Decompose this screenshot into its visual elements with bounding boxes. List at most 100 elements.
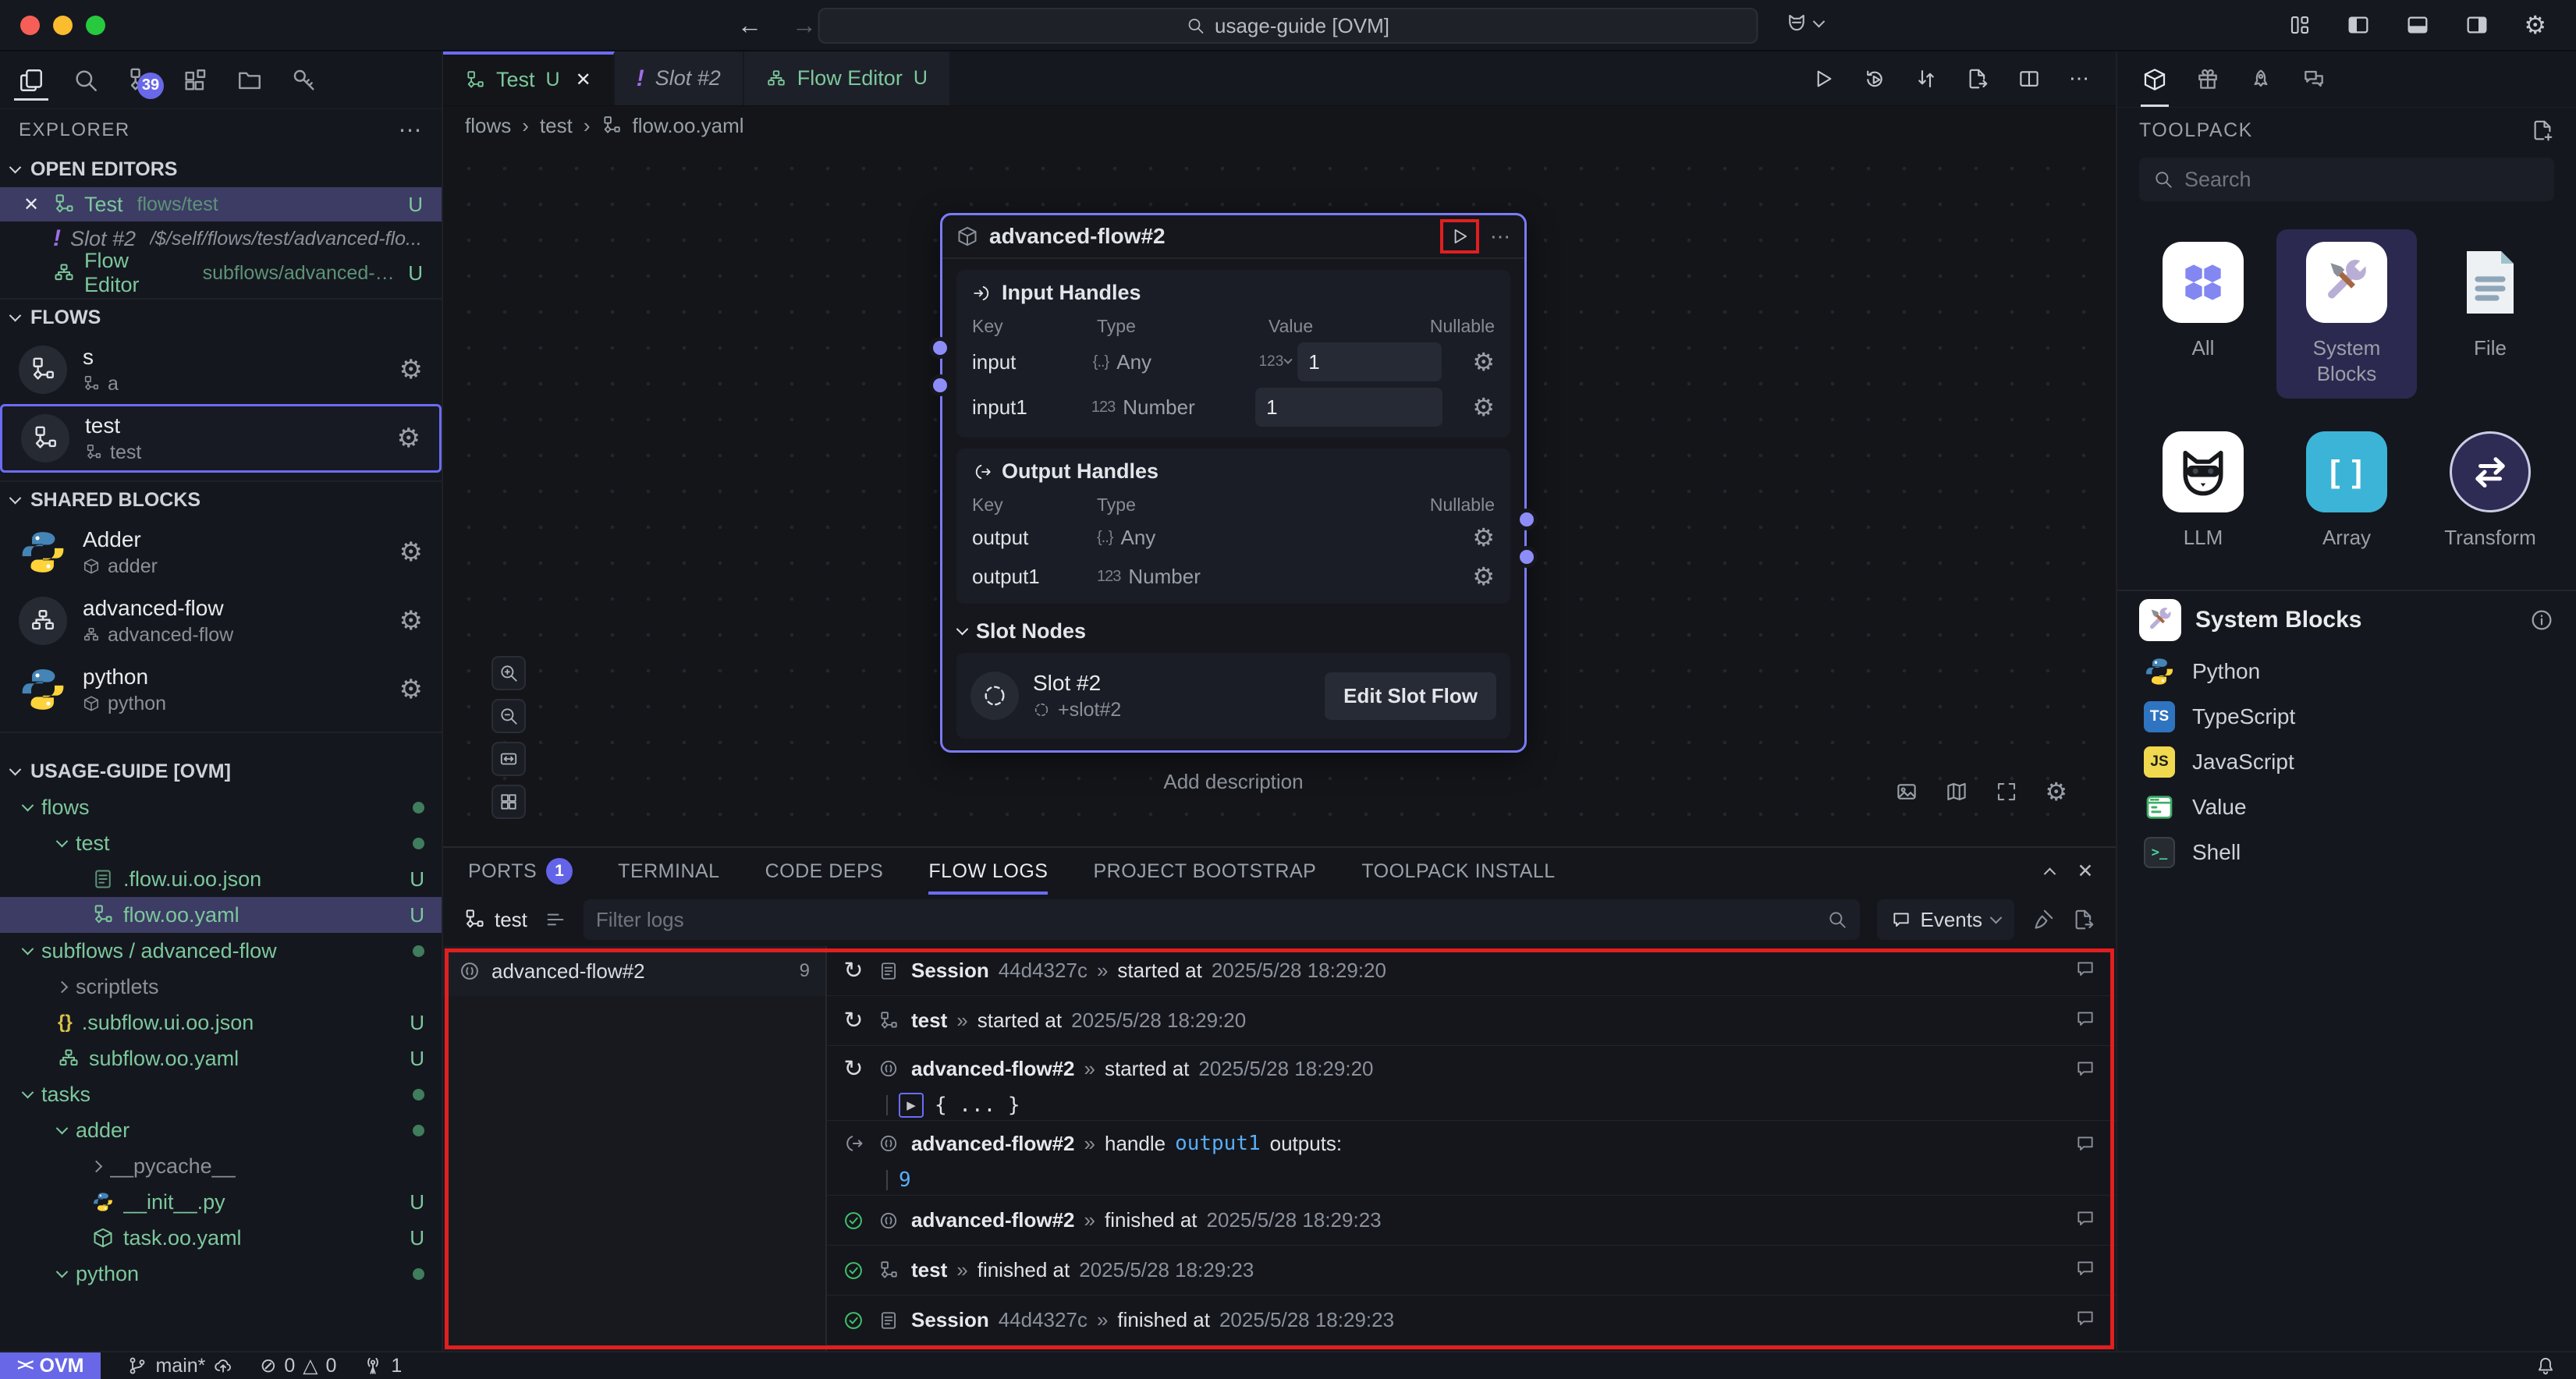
input1-handle-port[interactable] bbox=[929, 374, 951, 396]
close-panel-icon[interactable]: ✕ bbox=[2077, 860, 2094, 883]
back-button[interactable]: ← bbox=[737, 11, 762, 40]
toggle-panel-icon[interactable] bbox=[2405, 12, 2430, 37]
input-handle-port[interactable] bbox=[929, 337, 951, 359]
log-node-item[interactable]: advanced-flow#2 9 bbox=[443, 946, 825, 996]
comment-icon[interactable] bbox=[2075, 1133, 2095, 1154]
tab-code-deps[interactable]: CODE DEPS bbox=[765, 848, 884, 895]
flows-activity-icon[interactable]: 39 bbox=[125, 60, 156, 101]
gift-tab-icon[interactable] bbox=[2194, 51, 2222, 107]
shared-block-advanced-flow[interactable]: advanced-flow advanced-flow ⚙ bbox=[0, 587, 442, 655]
filter-logs-input[interactable] bbox=[596, 908, 1827, 932]
settings-gear-icon[interactable]: ⚙ bbox=[2524, 12, 2546, 37]
input-value-field[interactable] bbox=[1297, 342, 1442, 381]
category-transform[interactable]: Transform bbox=[2436, 419, 2544, 563]
shared-block-adder[interactable]: Adder adder ⚙ bbox=[0, 518, 442, 587]
tab-flow-logs[interactable]: FLOW LOGS bbox=[928, 848, 1048, 895]
toolpack-search-input[interactable] bbox=[2184, 168, 2540, 192]
open-editors-header[interactable]: OPEN EDITORS bbox=[0, 151, 442, 187]
gear-icon[interactable]: ⚙ bbox=[397, 423, 420, 454]
tree-item-subflow-ui-json[interactable]: {} .subflow.ui.oo.jsonU bbox=[0, 1005, 442, 1040]
category-all[interactable]: All bbox=[2155, 229, 2251, 399]
run-icon[interactable] bbox=[1811, 67, 1835, 90]
log-row[interactable]: ↻ test» started at2025/5/28 18:29:20 bbox=[827, 996, 2116, 1046]
node-more-icon[interactable]: ⋯ bbox=[1490, 225, 1510, 249]
keys-activity-icon[interactable] bbox=[289, 60, 320, 101]
export-logs-icon[interactable] bbox=[2072, 908, 2095, 931]
expand-json-button[interactable]: ▶ bbox=[899, 1093, 924, 1118]
input-value-field[interactable] bbox=[1255, 388, 1442, 427]
toolpack-tab-icon[interactable] bbox=[2141, 51, 2169, 107]
grid-toggle-button[interactable] bbox=[491, 785, 526, 819]
category-llm[interactable]: LLM bbox=[2155, 419, 2251, 563]
new-toolpack-icon[interactable] bbox=[2531, 119, 2554, 142]
explorer-activity-icon[interactable] bbox=[16, 60, 47, 101]
zoom-out-button[interactable] bbox=[491, 699, 526, 733]
list-icon[interactable] bbox=[545, 909, 566, 931]
category-system-blocks[interactable]: System Blocks bbox=[2276, 229, 2417, 399]
flow-card-test[interactable]: test test ⚙ bbox=[0, 404, 442, 473]
gear-icon[interactable]: ⚙ bbox=[1472, 395, 1495, 420]
flows-header[interactable]: FLOWS bbox=[0, 300, 442, 335]
comment-icon[interactable] bbox=[2075, 1308, 2095, 1328]
output1-handle-port[interactable] bbox=[1516, 546, 1538, 568]
node-advanced-flow2[interactable]: advanced-flow#2 ⋯ Input Handles Key Type bbox=[940, 213, 1527, 753]
export-file-icon[interactable] bbox=[1966, 67, 1989, 90]
log-row[interactable]: advanced-flow#2» handleoutput1 outputs: … bbox=[827, 1121, 2116, 1196]
comment-icon[interactable] bbox=[2075, 1208, 2095, 1228]
gear-icon[interactable]: ⚙ bbox=[1472, 564, 1495, 589]
tree-item-python[interactable]: python bbox=[0, 1256, 442, 1292]
gear-icon[interactable]: ⚙ bbox=[399, 354, 423, 385]
gear-icon[interactable]: ⚙ bbox=[399, 537, 423, 568]
flow-canvas[interactable]: advanced-flow#2 ⋯ Input Handles Key Type bbox=[443, 146, 2116, 846]
minimap-icon[interactable] bbox=[1945, 780, 1968, 803]
remote-indicator[interactable]: >< OVM bbox=[0, 1352, 101, 1379]
tree-item-flows[interactable]: flows bbox=[0, 789, 442, 825]
tab-project-bootstrap[interactable]: PROJECT BOOTSTRAP bbox=[1093, 848, 1316, 895]
tab-toolpack-install[interactable]: TOOLPACK INSTALL bbox=[1361, 848, 1555, 895]
fullscreen-icon[interactable] bbox=[1995, 780, 2018, 803]
tab-terminal[interactable]: TERMINAL bbox=[618, 848, 719, 895]
screenshot-icon[interactable] bbox=[1895, 780, 1918, 803]
block-shell[interactable]: >_ Shell bbox=[2117, 830, 2576, 875]
ports-indicator[interactable]: 1 bbox=[363, 1355, 402, 1377]
tree-item-adder[interactable]: adder bbox=[0, 1112, 442, 1148]
tree-item-tasks[interactable]: tasks bbox=[0, 1076, 442, 1112]
tree-item-subflow-yaml[interactable]: subflow.oo.yamlU bbox=[0, 1040, 442, 1076]
folder-activity-icon[interactable] bbox=[234, 60, 265, 101]
log-row[interactable]: advanced-flow#2» finished at2025/5/28 18… bbox=[827, 1196, 2116, 1246]
tree-item-task-yaml[interactable]: task.oo.yamlU bbox=[0, 1220, 442, 1256]
log-row[interactable]: test» finished at2025/5/28 18:29:23 bbox=[827, 1246, 2116, 1296]
block-value[interactable]: Value bbox=[2117, 785, 2576, 830]
gear-icon[interactable]: ⚙ bbox=[399, 674, 423, 705]
gear-icon[interactable]: ⚙ bbox=[1472, 349, 1495, 374]
explorer-more-icon[interactable]: ⋯ bbox=[399, 117, 424, 144]
rerun-icon[interactable] bbox=[1863, 67, 1886, 90]
close-window-button[interactable] bbox=[20, 16, 40, 35]
category-array[interactable]: [ ] Array bbox=[2298, 419, 2395, 563]
tree-item-flow-yaml[interactable]: flow.oo.yamlU bbox=[0, 897, 442, 933]
log-scope[interactable]: test bbox=[463, 908, 566, 932]
log-row[interactable]: ↻ advanced-flow#2» started at2025/5/28 1… bbox=[827, 1046, 2116, 1121]
block-python[interactable]: Python bbox=[2117, 649, 2576, 694]
minimize-window-button[interactable] bbox=[53, 16, 73, 35]
forward-button[interactable]: → bbox=[792, 11, 817, 40]
output-handle-port[interactable] bbox=[1516, 509, 1538, 530]
slot-nodes-header[interactable]: Slot Nodes bbox=[956, 615, 1510, 653]
gear-icon[interactable]: ⚙ bbox=[1472, 525, 1495, 550]
rocket-tab-icon[interactable] bbox=[2247, 51, 2275, 107]
tree-item-scriptlets[interactable]: scriptlets bbox=[0, 969, 442, 1005]
maximize-panel-icon[interactable] bbox=[2043, 867, 2056, 880]
tab-flow-editor[interactable]: Flow Editor U bbox=[744, 51, 951, 105]
comment-icon[interactable] bbox=[2075, 959, 2095, 979]
problems-indicator[interactable]: ⊘ 0 △ 0 bbox=[260, 1354, 336, 1377]
fit-view-button[interactable] bbox=[491, 742, 526, 776]
tree-item-init-py[interactable]: __init__.pyU bbox=[0, 1184, 442, 1220]
maximize-window-button[interactable] bbox=[86, 16, 105, 35]
tree-item-flow-ui-json[interactable]: .flow.ui.oo.jsonU bbox=[0, 861, 442, 897]
bell-icon[interactable] bbox=[2535, 1356, 2556, 1376]
run-node-icon[interactable] bbox=[1449, 226, 1470, 246]
gear-icon[interactable]: ⚙ bbox=[399, 605, 423, 636]
comment-icon[interactable] bbox=[2075, 1009, 2095, 1029]
flow-card-s[interactable]: s a ⚙ bbox=[0, 335, 442, 404]
tab-ports[interactable]: PORTS 1 bbox=[468, 848, 573, 895]
